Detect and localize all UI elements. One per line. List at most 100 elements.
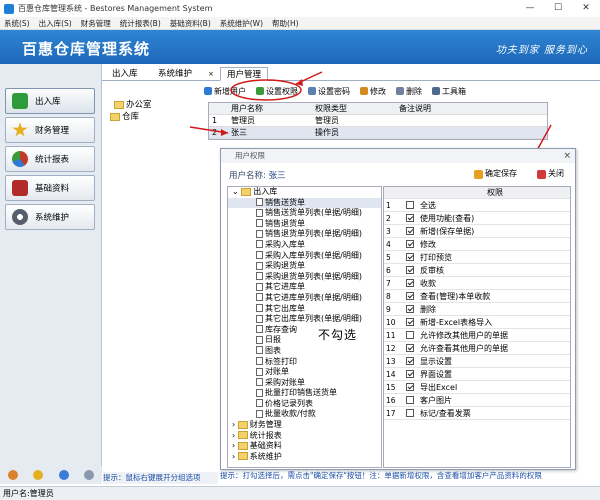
sidebar-item-basic-data[interactable]: 基础资料 xyxy=(5,175,95,201)
tree-node[interactable]: › 基础资料 xyxy=(228,441,381,452)
tree-node[interactable]: 对账单 xyxy=(228,367,381,378)
permission-row[interactable]: 13 显示设置 xyxy=(384,355,570,368)
tab-inout[interactable]: 出入库 xyxy=(106,67,144,81)
menu-maintenance[interactable]: 系统维护(W) xyxy=(220,18,263,29)
help-icon[interactable] xyxy=(33,470,44,480)
tree-node[interactable]: ⌄ 出入库 xyxy=(228,187,381,198)
tree-node[interactable]: 采购对账单 xyxy=(228,378,381,389)
tree-node[interactable]: 其它进库单列表(单据/明细) xyxy=(228,293,381,304)
menu-system[interactable]: 系统(S) xyxy=(4,18,30,29)
tree-node-office[interactable]: 办公室 xyxy=(114,98,204,110)
permission-row[interactable]: 10 新增-Excel表格导入 xyxy=(384,316,570,329)
close-button[interactable]: ✕ xyxy=(572,0,600,17)
minimize-button[interactable]: — xyxy=(516,0,544,17)
permission-checkbox[interactable] xyxy=(406,266,414,274)
permission-checkbox[interactable] xyxy=(406,201,414,209)
tree-node[interactable]: 日报 xyxy=(228,335,381,346)
permission-row[interactable]: 12 允许查看其他用户的单据 xyxy=(384,342,570,355)
menu-help[interactable]: 帮助(H) xyxy=(272,18,299,29)
user-name-line: 用户名称: 张三 xyxy=(229,171,286,181)
tree-node[interactable]: 价格记录列表 xyxy=(228,399,381,410)
tab-close-icon[interactable]: × xyxy=(206,67,216,81)
tree-node[interactable]: 其它出库单列表(单据/明细) xyxy=(228,314,381,325)
permission-row[interactable]: 4 修改 xyxy=(384,238,570,251)
menu-basic-data[interactable]: 基础资料(B) xyxy=(170,18,211,29)
permission-row[interactable]: 15 导出Excel xyxy=(384,381,570,394)
tree-node[interactable]: 图表 xyxy=(228,346,381,357)
permission-checkbox[interactable] xyxy=(406,357,414,365)
document-icon xyxy=(256,261,263,270)
power-icon[interactable] xyxy=(7,470,18,480)
tree-node[interactable]: 采购入库单 xyxy=(228,240,381,251)
permission-row[interactable]: 7 收款 xyxy=(384,277,570,290)
tree-node[interactable]: 采购退货单 xyxy=(228,261,381,272)
permission-checkbox[interactable] xyxy=(406,396,414,404)
permission-checkbox[interactable] xyxy=(406,383,414,391)
tree-node[interactable]: 其它出库单 xyxy=(228,304,381,315)
permission-row[interactable]: 8 查看(管理)本单收款 xyxy=(384,290,570,303)
permission-checkbox[interactable] xyxy=(406,240,414,248)
permission-checkbox[interactable] xyxy=(406,331,414,339)
permission-checkbox[interactable] xyxy=(406,409,414,417)
tree-node[interactable]: 其它进库单 xyxy=(228,282,381,293)
delete-button[interactable]: 删除 xyxy=(396,86,422,97)
permission-row[interactable]: 17 标记/查看发票 xyxy=(384,407,570,420)
sidebar-item-inout[interactable]: 出入库 xyxy=(5,88,95,114)
menu-reports[interactable]: 统计报表(B) xyxy=(120,18,161,29)
permission-checkbox[interactable] xyxy=(406,292,414,300)
maximize-button[interactable]: ☐ xyxy=(544,0,572,17)
permission-checkbox[interactable] xyxy=(406,370,414,378)
permission-row[interactable]: 6 反审核 xyxy=(384,264,570,277)
permission-checkbox[interactable] xyxy=(406,305,414,313)
expand-icon[interactable]: ⌄ xyxy=(232,187,241,196)
tree-node[interactable]: 销售送货单列表(单据/明细) xyxy=(228,208,381,219)
tree-node[interactable]: › 财务管理 xyxy=(228,420,381,431)
tree-node[interactable]: 采购入库单列表(单据/明细) xyxy=(228,251,381,262)
table-row[interactable]: 1 管理员 管理员 xyxy=(209,115,547,127)
sidebar-item-maintenance[interactable]: 系统维护 xyxy=(5,204,95,230)
folder-icon xyxy=(237,420,248,429)
permission-row[interactable]: 3 新增(保存单据) xyxy=(384,225,570,238)
tree-node[interactable]: 销售送货单 xyxy=(228,197,381,209)
permission-checkbox[interactable] xyxy=(406,318,414,326)
tree-node[interactable]: 库存查询 xyxy=(228,325,381,336)
permission-row[interactable]: 5 打印预览 xyxy=(384,251,570,264)
lock-icon[interactable] xyxy=(84,470,95,480)
edit-button[interactable]: 修改 xyxy=(360,86,386,97)
tree-node[interactable]: 标签打印 xyxy=(228,357,381,368)
tree-node-warehouse[interactable]: 仓库 xyxy=(110,110,204,122)
toolbox-button[interactable]: 工具箱 xyxy=(432,86,466,97)
add-user-button[interactable]: 新增用户 xyxy=(204,86,246,97)
permission-checkbox[interactable] xyxy=(406,344,414,352)
menu-inout[interactable]: 出入库(S) xyxy=(39,18,72,29)
tree-node[interactable]: 销售退货单 xyxy=(228,219,381,230)
set-password-button[interactable]: 设置密码 xyxy=(308,86,350,97)
permission-row[interactable]: 14 界面设置 xyxy=(384,368,570,381)
permission-row[interactable]: 11 允许修改其他用户的单据 xyxy=(384,329,570,342)
permission-checkbox[interactable] xyxy=(406,227,414,235)
permission-row[interactable]: 9 删除 xyxy=(384,303,570,316)
permission-checkbox[interactable] xyxy=(406,279,414,287)
permission-checkbox[interactable] xyxy=(406,214,414,222)
tree-node[interactable]: › 统计报表 xyxy=(228,431,381,442)
table-row[interactable]: 2 张三 操作员 xyxy=(209,127,547,139)
sidebar-item-reports[interactable]: 统计报表 xyxy=(5,146,95,172)
sidebar-item-finance[interactable]: 财务管理 xyxy=(5,117,95,143)
tree-node[interactable]: › 系统维护 xyxy=(228,452,381,463)
save-button[interactable]: 确定保存 xyxy=(474,167,517,181)
set-permissions-button[interactable]: 设置权限 xyxy=(256,86,298,97)
permission-row[interactable]: 1 全选 xyxy=(384,199,570,212)
tree-node[interactable]: 批量收款/付款 xyxy=(228,409,381,420)
tree-node[interactable]: 采购退货单列表(单据/明细) xyxy=(228,272,381,283)
tree-node[interactable]: 销售退货单列表(单据/明细) xyxy=(228,229,381,240)
info-icon[interactable] xyxy=(58,470,69,480)
tab-user-management[interactable]: 用户管理 xyxy=(220,67,269,81)
tree-node[interactable]: 批量打印销售送货单 xyxy=(228,388,381,399)
exit-button[interactable]: 关闭 xyxy=(537,167,564,181)
permission-checkbox[interactable] xyxy=(406,253,414,261)
dialog-close-icon[interactable]: × xyxy=(563,149,571,163)
tab-maintenance[interactable]: 系统维护 xyxy=(152,67,198,81)
menu-finance[interactable]: 财务管理 xyxy=(81,18,111,29)
permission-row[interactable]: 16 客户图片 xyxy=(384,394,570,407)
permission-row[interactable]: 2 使用功能(查看) xyxy=(384,212,570,225)
